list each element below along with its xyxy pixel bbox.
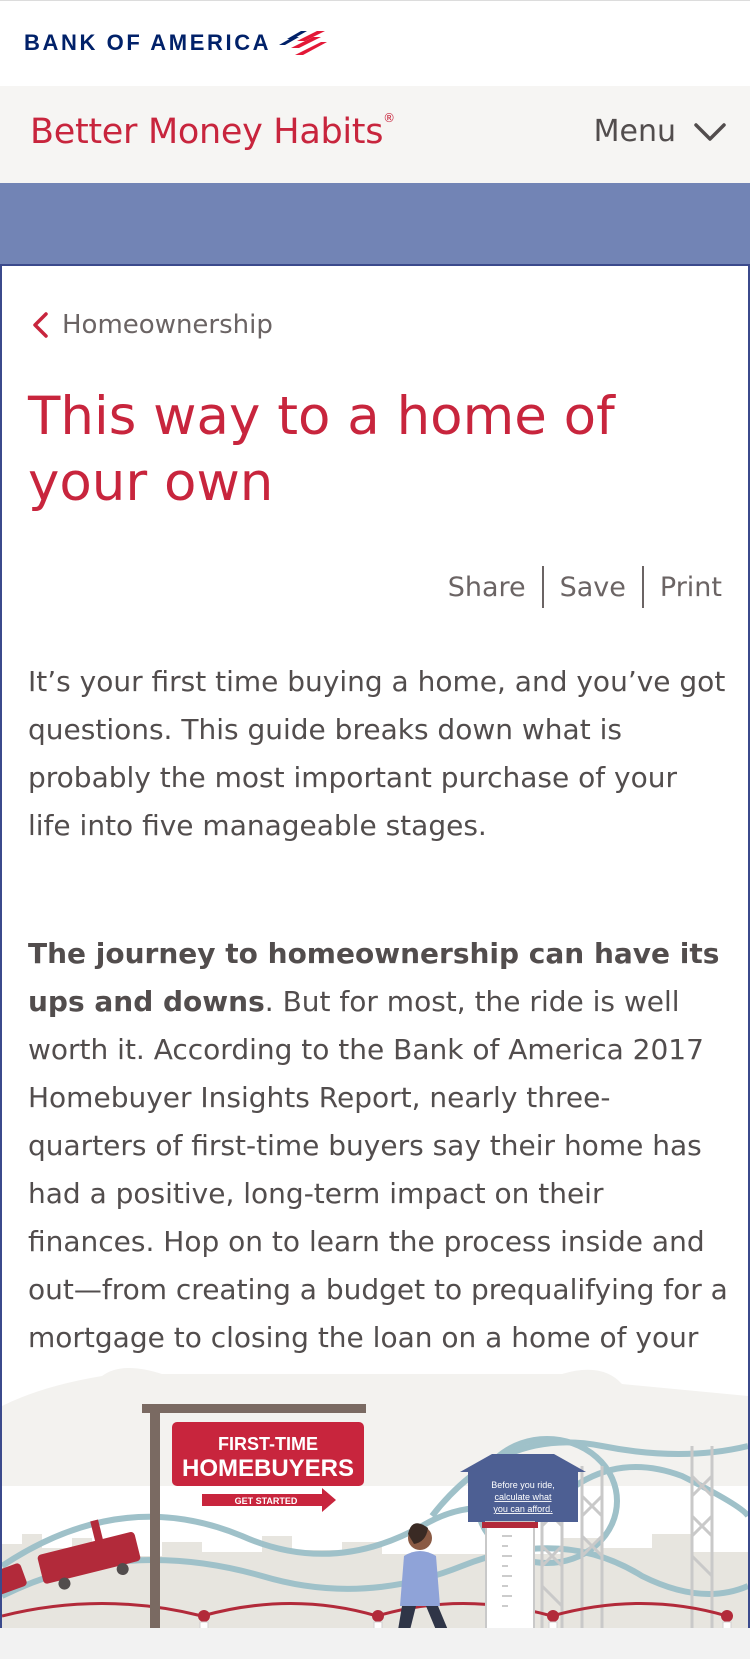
print-link[interactable]: Print	[644, 572, 722, 603]
page-title: This way to a home of your own	[28, 386, 615, 513]
breadcrumb-label: Homeownership	[62, 310, 273, 340]
article-actions: Share Save Print	[432, 566, 722, 608]
intro-paragraph: It’s your first time buying a home, and …	[28, 665, 726, 842]
body-paragraph-rest: . But for most, the ride is well worth i…	[28, 985, 728, 1402]
bottom-strip	[0, 1628, 750, 1659]
homebuyers-illustration[interactable]: FIRST-TIME HOMEBUYERS GET STARTED Before…	[2, 1366, 748, 1628]
bank-name: BANK OF AMERICA	[24, 30, 272, 55]
bank-header: BANK OF AMERICA	[0, 0, 750, 86]
sign-line2: HOMEBUYERS	[182, 1455, 354, 1482]
sign-line1: FIRST-TIME	[218, 1434, 318, 1454]
share-link[interactable]: Share	[432, 572, 542, 603]
roller-coaster-illustration: FIRST-TIME HOMEBUYERS GET STARTED Before…	[2, 1366, 748, 1628]
bank-logo[interactable]: BANK OF AMERICA	[24, 29, 329, 57]
menu-button[interactable]: Menu	[594, 114, 726, 149]
body-paragraph: The journey to homeownership can have it…	[28, 930, 728, 1410]
chevron-down-icon	[694, 122, 726, 141]
save-link[interactable]: Save	[544, 572, 642, 603]
booth-line1: Before you ride,	[491, 1480, 555, 1490]
article-card: Homeownership This way to a home of your…	[0, 264, 750, 1628]
flag-logo-icon	[279, 31, 328, 55]
site-header: Better Money Habits® Menu	[0, 86, 750, 183]
sign-cta: GET STARTED	[235, 1496, 298, 1506]
hero-band	[0, 183, 750, 265]
site-title[interactable]: Better Money Habits®	[30, 111, 395, 152]
breadcrumb[interactable]: Homeownership	[32, 310, 273, 340]
registered-mark: ®	[383, 111, 395, 126]
booth-line3: you can afford.	[493, 1504, 552, 1514]
site-title-text: Better Money Habits	[30, 112, 384, 152]
chevron-left-icon	[33, 312, 48, 338]
booth-line2: calculate what	[494, 1492, 552, 1502]
menu-label: Menu	[593, 114, 676, 149]
